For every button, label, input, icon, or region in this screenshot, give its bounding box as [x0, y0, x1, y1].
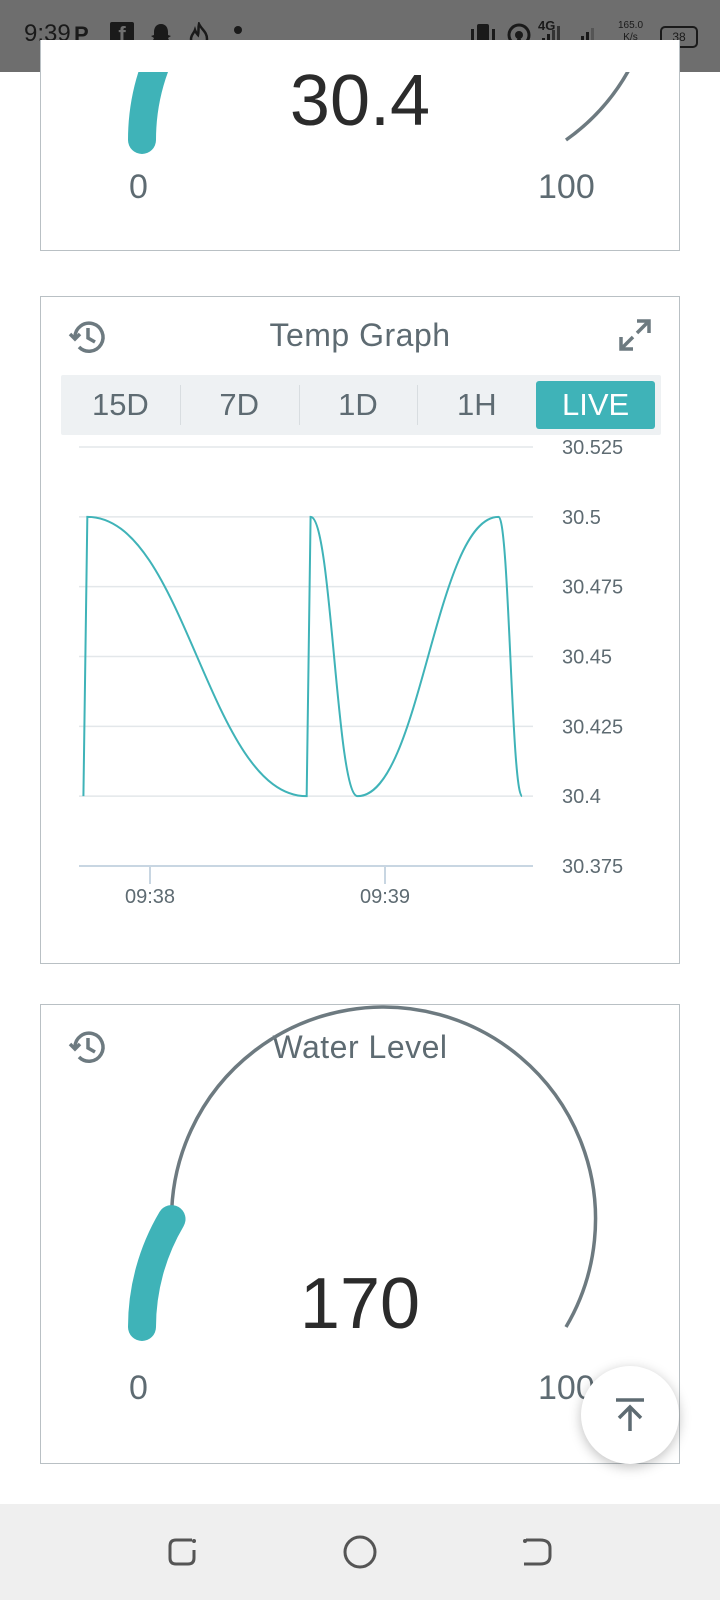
y-tick-label: 30.525: [562, 437, 623, 459]
back-icon[interactable]: [516, 1532, 556, 1572]
water-level-value: 170: [299, 1264, 421, 1344]
temperature-value: 30.4: [289, 61, 431, 141]
scroll-to-top-button[interactable]: [581, 1366, 679, 1464]
temperature-gauge-card: 30.4 0 100: [40, 40, 680, 251]
recent-apps-icon[interactable]: [164, 1532, 204, 1572]
y-tick-label: 30.4: [562, 786, 601, 808]
x-tick-label: 09:38: [125, 886, 175, 908]
system-nav-bar: [0, 1504, 720, 1600]
gauge-min-label: 0: [129, 1369, 148, 1407]
y-tick-label: 30.475: [562, 577, 623, 599]
temp-line-chart: 30.525 30.5 30.475 30.45 30.425 30.4 30.375 09:…: [79, 437, 623, 908]
speed-value: 165.0: [618, 20, 644, 31]
y-tick-label: 30.425: [562, 716, 623, 738]
gauge-min-label: 0: [129, 168, 148, 206]
y-tick-label: 30.375: [562, 856, 623, 878]
y-tick-label: 30.5: [562, 507, 601, 529]
dot-icon: [234, 26, 242, 34]
temp-graph-card: Temp Graph 15D 7D 1D 1H LIVE 30.525 30.5 3…: [40, 296, 680, 964]
y-tick-label: 30.45: [562, 647, 612, 669]
x-tick-label: 09:39: [360, 886, 410, 908]
home-icon[interactable]: [340, 1532, 380, 1572]
arrow-up-to-top-icon: [616, 1398, 644, 1431]
gauge-max-label: 100: [538, 168, 595, 206]
